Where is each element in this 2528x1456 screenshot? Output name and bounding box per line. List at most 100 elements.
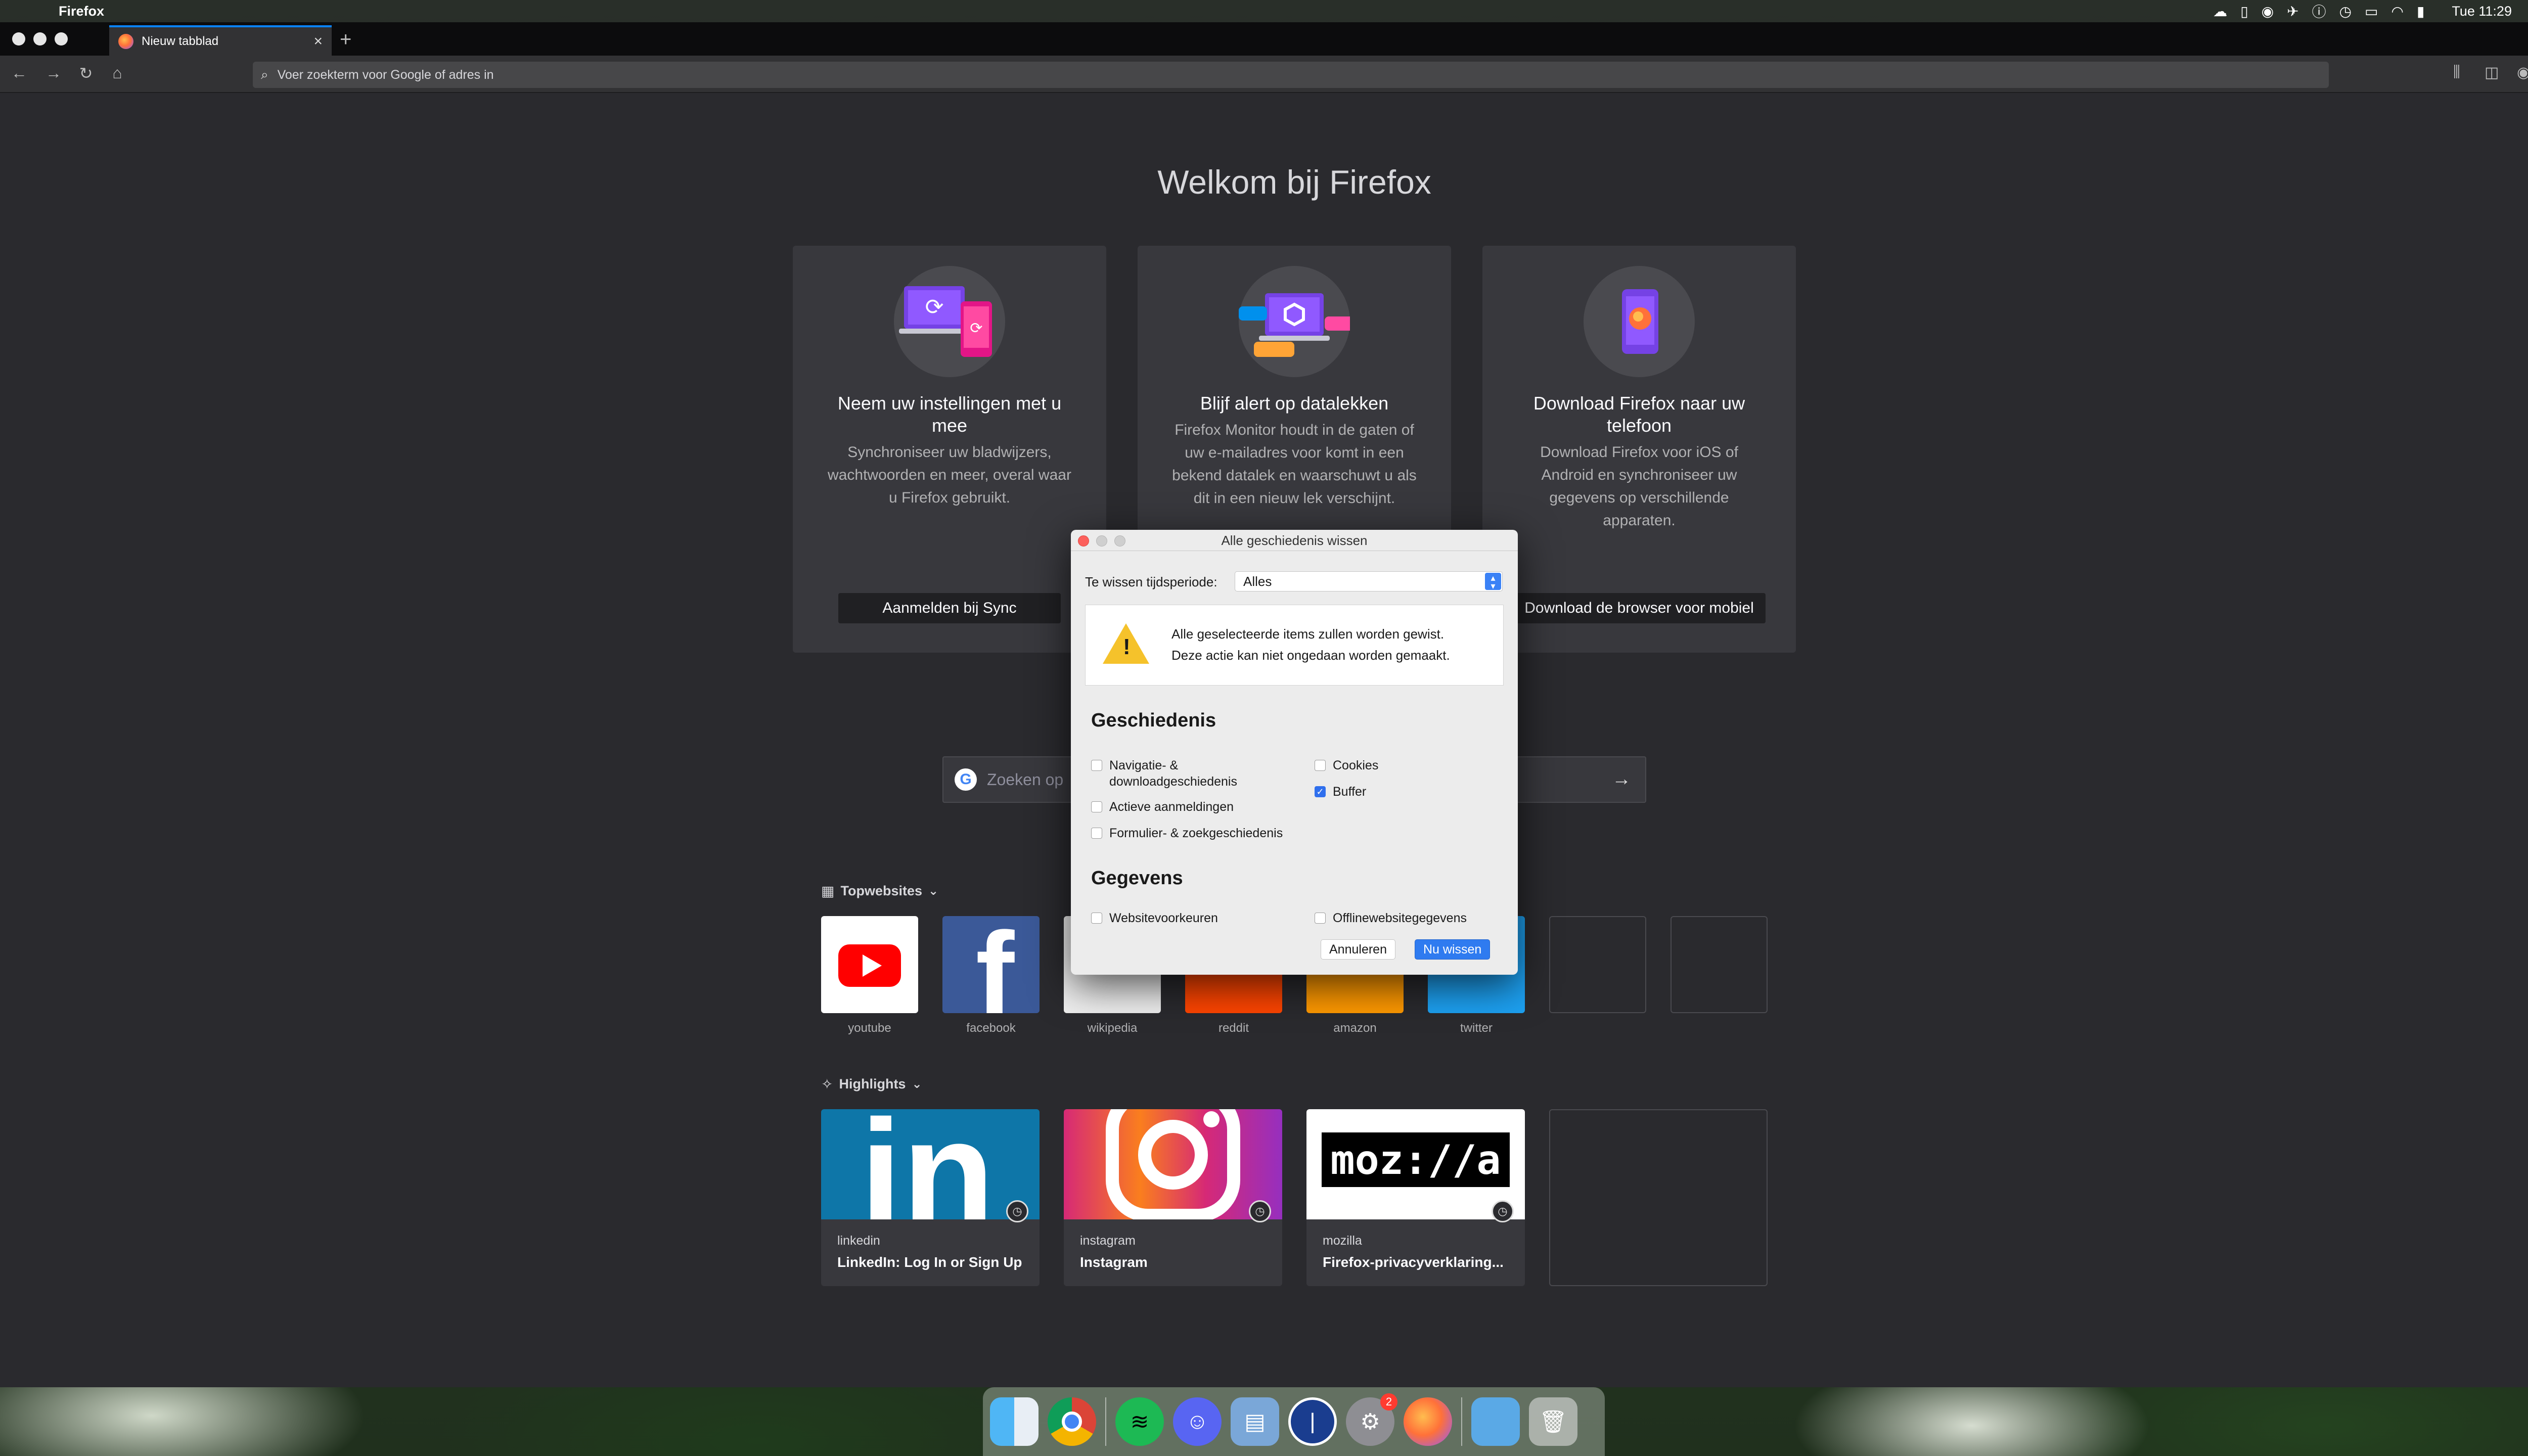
checkbox-form-search-history[interactable]: Formulier- & zoekgeschiedenis (1091, 825, 1283, 841)
close-window-button[interactable] (12, 32, 25, 46)
checkbox[interactable] (1315, 760, 1326, 771)
search-icon: ⌕ (261, 67, 268, 82)
account-icon[interactable]: ◉ (2517, 64, 2528, 81)
linkedin-logo-icon: in (860, 1109, 995, 1258)
folder-icon[interactable] (1471, 1397, 1520, 1446)
checkbox[interactable] (1091, 801, 1102, 812)
checkbox-label: Websitevoorkeuren (1109, 911, 1218, 925)
minimize-window-button[interactable] (33, 32, 47, 46)
highlight-host: mozilla (1323, 1234, 1362, 1248)
menu-clock[interactable]: Tue 11:29 (2452, 4, 2512, 19)
firefox-icon[interactable] (1404, 1397, 1452, 1446)
library-icon[interactable]: ⫼ (2453, 64, 2460, 81)
highlight-title: LinkedIn: Log In or Sign Up (837, 1254, 1022, 1270)
back-arrow-icon[interactable]: ← (9, 64, 29, 82)
checkbox-cookies[interactable]: Cookies (1315, 757, 1378, 774)
period-label: Te wissen tijdsperiode: (1085, 574, 1217, 589)
checkbox-label: Cookies (1333, 758, 1379, 772)
highlights-header[interactable]: ✧ Highlights ⌄ (821, 1076, 922, 1093)
checkbox[interactable] (1315, 913, 1326, 924)
google-logo-icon: G (955, 768, 977, 791)
download-mobile-button[interactable]: Download de browser voor mobiel (1513, 593, 1766, 623)
warning-box: ! Alle geselecteerde items zullen worden… (1085, 605, 1504, 686)
zoom-window-button[interactable] (55, 32, 68, 46)
warning-line: Deze actie kan niet ongedaan worden gema… (1171, 648, 1450, 663)
topsite-empty-slot[interactable] (1549, 916, 1646, 1013)
wifi-icon[interactable]: ◠ (2391, 3, 2404, 20)
sidebar-icon[interactable]: ◫ (2485, 64, 2499, 81)
forward-arrow-icon[interactable]: → (43, 64, 64, 82)
topsite-empty-slot[interactable] (1671, 916, 1768, 1013)
tab-new-tab[interactable]: Nieuw tabblad × (109, 25, 332, 56)
checkbox[interactable] (1091, 913, 1102, 924)
highlight-title: Firefox-privacyverklaring... (1323, 1254, 1504, 1270)
highlight-title: Instagram (1080, 1254, 1148, 1270)
onepassword-menu-icon[interactable]: ◉ (2262, 3, 2274, 20)
topsites-header[interactable]: ▦ Topwebsites ⌄ (821, 883, 938, 899)
welcome-title: Welkom bij Firefox (1157, 163, 1431, 201)
clear-now-button[interactable]: Nu wissen (1415, 939, 1491, 960)
checkbox[interactable] (1091, 828, 1102, 839)
dialog-close-button[interactable] (1078, 535, 1089, 547)
period-select[interactable]: Alles ▴ ▾ (1235, 571, 1503, 592)
url-bar[interactable]: ⌕ Voer zoekterm voor Google of adres in (253, 62, 2329, 88)
preview-icon[interactable]: ▤ (1231, 1397, 1279, 1446)
spotify-icon[interactable]: ≋ (1115, 1397, 1164, 1446)
screen-mirroring-icon[interactable]: ▭ (2365, 3, 2378, 20)
home-icon[interactable]: ⌂ (107, 64, 127, 82)
cancel-button[interactable]: Annuleren (1321, 939, 1395, 960)
topsite-label: amazon (1333, 1021, 1377, 1035)
dock-separator (1461, 1397, 1462, 1446)
highlight-card[interactable]: in ◷ linkedin LinkedIn: Log In or Sign U… (821, 1109, 1040, 1286)
highlight-card[interactable]: ◷ instagram Instagram (1064, 1109, 1282, 1286)
chrome-icon[interactable] (1048, 1397, 1096, 1446)
battery-icon[interactable]: ▮ (2417, 3, 2424, 20)
checkbox-checked[interactable]: ✓ (1315, 786, 1326, 797)
welcome-card-sync: ⟳ ⟳ Neem uw instellingen met u mee Synch… (793, 246, 1106, 653)
app-menu-name[interactable]: Firefox (59, 4, 104, 19)
topsite-label: facebook (966, 1021, 1016, 1035)
sign-in-sync-button[interactable]: Aanmelden bij Sync (838, 593, 1061, 623)
time-machine-icon[interactable]: ◷ (2339, 3, 2352, 20)
discord-icon[interactable]: ☺ (1173, 1397, 1222, 1446)
card-title: Neem uw instellingen met u mee (837, 393, 1062, 436)
svg-text:f: f (976, 916, 1015, 1013)
dialog-titlebar: Alle geschiedenis wissen (1071, 530, 1518, 551)
checkbox-cache[interactable]: ✓ Buffer (1315, 784, 1366, 800)
menu-extras: ☁ ▯ ◉ ✈ ⓘ ◷ ▭ ◠ ▮ Tue 11:29 ⌕ ≡ (2213, 1, 2528, 21)
airplane-icon[interactable]: ✈ (2287, 3, 2298, 20)
info-icon[interactable]: ⓘ (2312, 1, 2326, 21)
warning-text: Alle geselecteerde items zullen worden g… (1171, 623, 1450, 666)
dialog-minimize-button (1096, 535, 1107, 547)
new-tab-plus-icon[interactable]: + (340, 28, 351, 51)
search-submit-arrow-icon[interactable]: → (1612, 768, 1631, 790)
checkbox[interactable] (1091, 760, 1102, 771)
history-clock-icon: ◷ (1492, 1200, 1514, 1222)
notification-badge: 2 (1380, 1393, 1397, 1410)
chevron-down-icon: ⌄ (928, 884, 939, 898)
highlight-card[interactable]: moz://a ◷ mozilla Firefox-privacyverklar… (1306, 1109, 1525, 1286)
close-tab-icon[interactable]: × (313, 33, 323, 50)
highlights-label: Highlights (839, 1076, 906, 1091)
checkbox-navigation-downloads[interactable]: Navigatie- & downloadgeschiedenis (1091, 757, 1303, 790)
linkedin-thumbnail: in ◷ (821, 1109, 1040, 1258)
svg-text:in: in (860, 1109, 995, 1219)
topsite-label: reddit (1218, 1021, 1249, 1035)
system-preferences-icon[interactable]: ⚙ 2 (1346, 1393, 1397, 1446)
checkbox-active-logins[interactable]: Actieve aanmeldingen (1091, 799, 1234, 815)
document-icon[interactable]: ▯ (2240, 3, 2248, 20)
finder-icon[interactable] (990, 1397, 1039, 1446)
trash-icon[interactable]: 🗑 (1529, 1397, 1577, 1446)
cloud-icon[interactable]: ☁ (2213, 3, 2227, 20)
topsite-facebook[interactable]: f (942, 916, 1040, 1013)
checkbox-offline-website-data[interactable]: Offlinewebsitegegevens (1315, 910, 1467, 926)
card-body: Download Firefox voor iOS of Android en … (1540, 444, 1738, 529)
window-controls (12, 32, 68, 46)
sync-devices-icon: ⟳ ⟳ (894, 266, 1005, 377)
reload-icon[interactable]: ↻ (76, 64, 96, 83)
checkbox-site-preferences[interactable]: Websitevoorkeuren (1091, 910, 1218, 926)
url-bar-placeholder: Voer zoekterm voor Google of adres in (277, 67, 494, 82)
1password-icon[interactable]: | (1288, 1397, 1337, 1446)
topsite-youtube[interactable] (821, 916, 918, 1013)
svg-text:⟳: ⟳ (970, 320, 982, 337)
